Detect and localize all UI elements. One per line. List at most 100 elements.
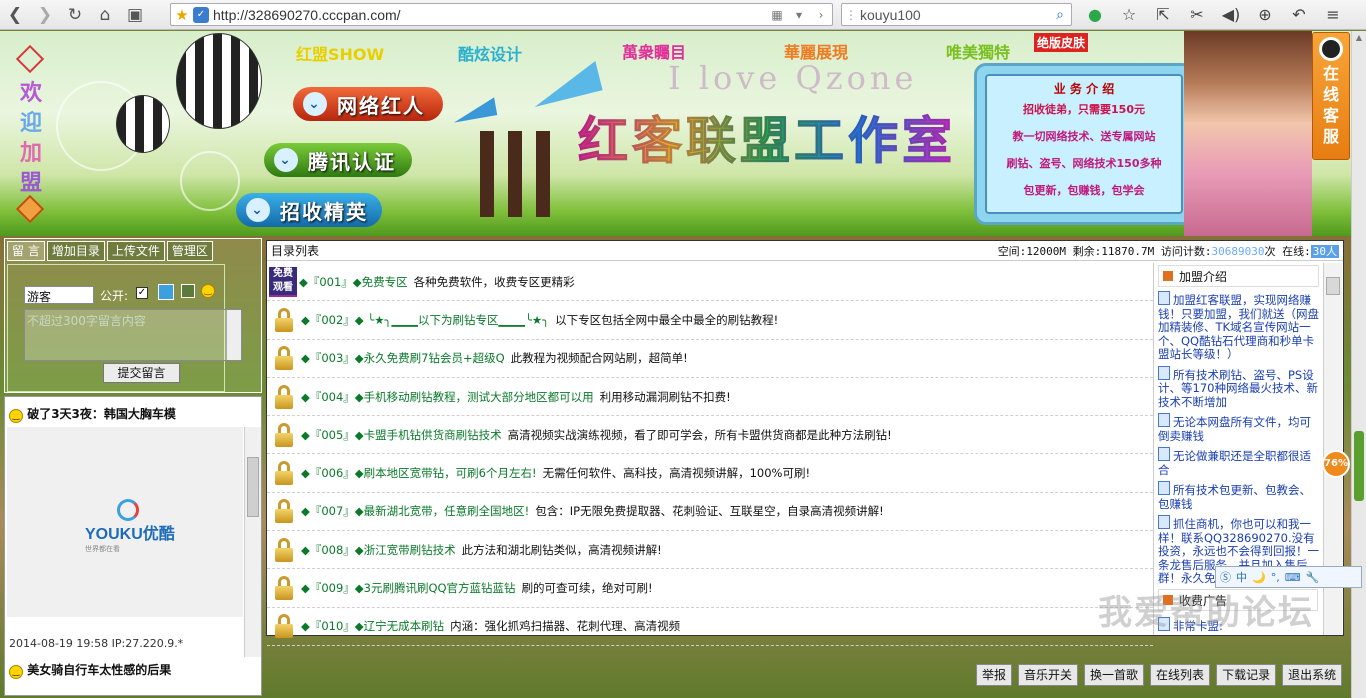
table-row[interactable]: ◆『003』◆永久免费刷7钻会员+超级Q 此教程为视频配合网站刷，超简单! [267, 340, 1153, 378]
online-list-button[interactable]: 在线列表 [1150, 664, 1211, 686]
ad-line: 刷钻、盗号、网络技术150多种 [1006, 157, 1162, 170]
join-intro-item[interactable]: 加盟红客联盟，实现网络赚钱！只要加盟，我们就送（网盘加精装修、TK域名宣传网站一… [1158, 291, 1319, 362]
color-icon[interactable] [181, 284, 195, 298]
lock-icon [273, 499, 295, 524]
panel-icon [1163, 271, 1173, 281]
online-service-button[interactable]: 在线客服 [1312, 32, 1350, 160]
wrench-icon[interactable]: 🔧 [1306, 571, 1320, 584]
submit-message-button[interactable]: 提交留言 [103, 363, 180, 383]
scroll-up-icon[interactable]: ▲ [1352, 31, 1366, 45]
welcome-char: 加 [19, 141, 42, 166]
message-item[interactable]: ‿ 美女骑自行车太性感的后果 [9, 661, 171, 679]
report-button[interactable]: 举报 [976, 664, 1013, 686]
table-row[interactable]: ◆『006』◆刷本地区宽带钻，可刷6个月左右! 无需任何软件、高科技，高清视频讲解… [267, 454, 1153, 493]
message-textarea[interactable]: 不超过300字留言内容 [24, 309, 242, 361]
table-row[interactable]: ◆『005』◆卡盟手机钻供货商刷钻技术 高清视频实战演练视频，看了即可学会，所有卡… [267, 416, 1153, 455]
table-row[interactable]: ◆『010』◆辽宁无成本刷钻 内涵：强化抓鸡扫描器、花刺代理、高清视频 [267, 608, 1153, 646]
table-row[interactable]: ◆『009』◆3元刷腾讯刷QQ官方蓝钻蓝钻 刷的可查可续，绝对可刷! [267, 569, 1153, 608]
download-log-button[interactable]: 下载记录 [1216, 664, 1277, 686]
folder-title[interactable]: ◆『004』◆手机移动刷钻教程，测试大部分地区都可以用 [301, 389, 594, 405]
smiley-icon[interactable]: ‿ [201, 284, 215, 298]
logout-button[interactable]: 退出系统 [1282, 664, 1343, 686]
folder-title[interactable]: ◆『002』◆ ╰★╮▁▁▁以下为刷钻专区▁▁▁╰★╮ [301, 312, 549, 328]
folder-title[interactable]: ◆『007』◆最新湖北宽带，任意刷全国地区! [301, 503, 529, 519]
scroll-thumb[interactable] [247, 457, 259, 517]
go-icon[interactable]: › [810, 8, 832, 22]
folder-desc: 无需任何软件、高科技，高清视频讲解，100%可刷! [542, 466, 811, 481]
pill-tencent-cert[interactable]: ⌄ 腾讯认证 [264, 143, 412, 177]
directory-panel: 目录列表 空间:12000M 剩余:11870.7M 访问计数:30689030… [266, 240, 1344, 646]
folder-title[interactable]: ◆『003』◆永久免费刷7钻会员+超级Q [301, 350, 505, 366]
tab-upload[interactable]: 上传文件 [106, 241, 165, 261]
online-count: 30人 [1310, 244, 1339, 258]
favorite-star-icon[interactable]: ★ [171, 6, 193, 24]
table-row[interactable]: ◆『002』◆ ╰★╮▁▁▁以下为刷钻专区▁▁▁╰★╮ 以下专区包括全网中最全中最… [267, 301, 1153, 340]
folder-title[interactable]: ◆『009』◆3元刷腾讯刷QQ官方蓝钻蓝钻 [301, 580, 516, 596]
join-intro-item[interactable]: 无论本网盘所有文件，均可倒卖赚钱 [1158, 413, 1319, 443]
table-row[interactable]: ◆『004』◆手机移动刷钻教程，测试大部分地区都可以用 利用移动漏洞刷钻不扣费! [267, 378, 1153, 417]
download-icon[interactable]: ⊕ [1248, 5, 1282, 24]
table-row[interactable]: 免费 观看 ◆『001』◆免费专区 各种免费软件，收费专区更精彩 [267, 263, 1153, 302]
table-row[interactable]: ◆『008』◆浙江宽带刷钻技术 此方法和湖北刷钻类似，高清视频讲解! [267, 531, 1153, 570]
folder-title[interactable]: ◆『010』◆辽宁无成本刷钻 [301, 618, 444, 634]
watermark: 我爱帮助论坛 [1098, 593, 1314, 633]
tab-admin[interactable]: 管理区 [166, 241, 213, 261]
reload-icon[interactable]: ↻ [60, 1, 90, 29]
dropdown-icon[interactable]: ▾ [788, 8, 810, 22]
message-item[interactable]: ‿ 破了3天3夜：韩国大胸车模 [9, 405, 176, 423]
pill-net-celebrity[interactable]: ⌄ 网络红人 [293, 87, 443, 121]
ime-chinese[interactable]: 中 [1236, 569, 1247, 585]
pill-recruit[interactable]: ⌄ 招收精英 [236, 193, 382, 227]
bookmark-page-icon[interactable]: ▣ [120, 1, 150, 29]
forward-icon[interactable]: ❯ [30, 1, 60, 29]
back-icon[interactable]: ❮ [0, 1, 30, 29]
folder-title[interactable]: ◆『001』◆免费专区 [299, 274, 408, 290]
speed-ball-badge[interactable]: 76% [1322, 450, 1350, 478]
search-icon[interactable]: ⌕ [1049, 7, 1071, 23]
scroll-thumb[interactable] [1326, 277, 1340, 295]
image-icon[interactable] [158, 284, 174, 300]
textarea-scrollbar[interactable] [226, 310, 241, 360]
search-input[interactable]: kouyu100 [860, 7, 1049, 23]
lock-icon [273, 422, 295, 447]
undo-icon[interactable]: ↶ [1282, 5, 1316, 24]
tab-add-directory[interactable]: 增加目录 [46, 241, 105, 261]
url-text[interactable]: http://328690270.cccpan.com/ [213, 7, 401, 23]
volume-icon[interactable]: ◀) [1214, 5, 1248, 24]
ime-logo-icon[interactable]: Ⓢ [1220, 569, 1231, 585]
folder-title[interactable]: ◆『008』◆浙江宽带刷钻技术 [301, 542, 456, 558]
name-input[interactable]: 游客 [24, 286, 94, 304]
join-intro-item[interactable]: 无论做兼职还是全职都很适合 [1158, 447, 1319, 477]
moon-icon[interactable]: 🌙 [1252, 571, 1266, 584]
bubble-decoration [180, 151, 240, 211]
lock-icon [273, 537, 295, 562]
folder-title[interactable]: ◆『005』◆卡盟手机钻供货商刷钻技术 [301, 427, 502, 443]
next-song-button[interactable]: 换一首歌 [1084, 664, 1145, 686]
punctuation-icon[interactable]: °, [1271, 571, 1280, 584]
join-intro-item[interactable]: 所有技术刷钻、盗号、PS设计、等170种网络最火技术、新技术不断增加 [1158, 366, 1319, 410]
join-intro-item[interactable]: 所有技术包更新、包教会、包赚钱 [1158, 481, 1319, 511]
message-scrollbar[interactable] [244, 427, 261, 657]
home-icon[interactable]: ⌂ [90, 1, 120, 29]
menu-icon[interactable]: ≡ [1316, 5, 1350, 24]
address-bar[interactable]: ★ ✓ http://328690270.cccpan.com/ ▦ ▾ › [170, 3, 833, 26]
skin-badge[interactable]: 绝版皮肤 [1034, 33, 1089, 52]
keyboard-icon[interactable]: ⌨ [1285, 571, 1301, 584]
search-engine-icon[interactable]: ⋮ [842, 8, 860, 22]
tag-show: 红盟SHOW [296, 45, 385, 64]
youku-logo-icon [117, 499, 139, 521]
video-player[interactable]: YOUKU优酷 世界都在看 [7, 427, 243, 617]
music-toggle-button[interactable]: 音乐开关 [1018, 664, 1079, 686]
qrcode-icon[interactable]: ▦ [766, 8, 788, 22]
star-icon[interactable]: ☆ [1112, 5, 1146, 24]
share-icon[interactable]: ⇱ [1146, 5, 1180, 24]
public-checkbox[interactable]: ✓ [136, 287, 148, 299]
chat-icon[interactable]: ● [1078, 5, 1112, 24]
scroll-thumb[interactable] [1354, 431, 1364, 501]
folder-title[interactable]: ◆『006』◆刷本地区宽带钻，可刷6个月左右! [301, 465, 537, 481]
page-scrollbar[interactable]: ▲ [1351, 31, 1366, 698]
tab-message[interactable]: 留 言 [7, 241, 45, 261]
search-bar[interactable]: ⋮ kouyu100 ⌕ [841, 3, 1072, 26]
scissors-icon[interactable]: ✂ [1180, 5, 1214, 24]
table-row[interactable]: ◆『007』◆最新湖北宽带，任意刷全国地区! 包含：IP无限免费提取器、花刺验证、… [267, 493, 1153, 532]
